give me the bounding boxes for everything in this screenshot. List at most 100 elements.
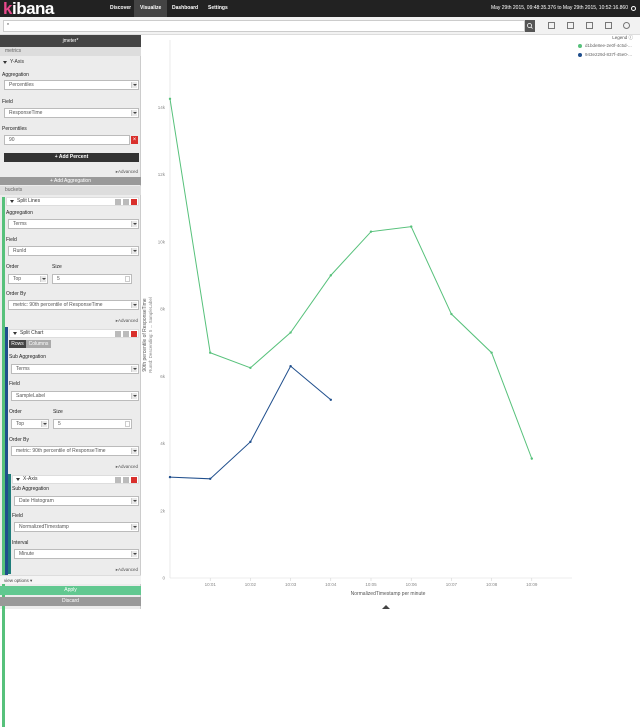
collapse-chevron-up-icon[interactable] [382,605,390,609]
discard-button[interactable]: Discard [0,597,141,606]
data-point [168,475,172,479]
move-up-icon[interactable] [115,331,121,337]
percentiles-label: Percentiles [2,126,27,132]
data-point [289,331,292,334]
search-button[interactable] [525,20,535,32]
rows-toggle[interactable]: Rows [9,340,26,348]
refresh-icon[interactable] [623,22,630,29]
y-tick-label: 12k [158,172,166,177]
split-lines-orderby-select[interactable]: metric: 90th percentile of ResponseTime [8,300,139,310]
close-icon[interactable] [131,199,137,205]
field-select[interactable]: ResponseTime [4,108,139,118]
split-chart-size-input[interactable]: 5 [53,419,132,429]
advanced-toggle[interactable]: ▸Advanced [116,169,138,175]
x-axis-subagg-select[interactable]: Date Histogram [14,496,139,506]
search-icon [527,23,533,29]
x-axis-interval-select[interactable]: Minute [14,549,139,559]
data-point [369,230,373,233]
split-chart-order-select[interactable]: Top [11,419,49,429]
data-point [249,440,252,444]
chevron-down-icon [131,393,137,399]
save-icon[interactable] [567,22,574,29]
close-icon[interactable] [131,331,137,337]
x-tick-label: 10:04 [325,582,337,587]
chevron-down-icon [131,551,137,557]
clock-icon[interactable] [631,6,636,11]
move-up-icon[interactable] [115,199,121,205]
percentile-input[interactable]: 90 [4,135,130,145]
x-axis-interval-label: Interval [12,540,29,546]
data-point [209,477,212,481]
data-point [289,364,292,368]
chevron-down-icon [131,524,137,530]
open-folder-icon[interactable] [586,22,593,29]
y-axis-header[interactable]: Y-Axis [0,59,141,68]
split-lines-order-select[interactable]: Top [8,274,48,284]
chevron-down-icon [131,221,137,227]
apply-button[interactable]: Apply [0,586,141,595]
split-lines-order-label: Order [6,264,19,270]
move-down-icon[interactable] [123,477,129,483]
split-lines-field-select[interactable]: RunId [8,246,139,256]
data-point [450,312,453,316]
x-tick-label: 10:09 [526,582,538,587]
split-chart-subagg-select[interactable]: Terms [11,364,139,374]
chevron-down-icon [131,366,137,372]
stepper-icon[interactable] [125,276,130,282]
split-chart-header[interactable]: Split Chart [9,329,139,338]
y-tick-label: 0 [162,576,165,581]
new-visualization-icon[interactable] [548,22,555,29]
chevron-down-icon [131,302,137,308]
split-chart-orderby-select[interactable]: metric: 90th percentile of ResponseTime [11,446,139,456]
split-chart-field-select[interactable]: SampleLabel [11,391,139,401]
add-aggregation-button[interactable]: + Add Aggregation [0,177,141,185]
nav-tab-discover[interactable]: Discover [104,0,137,17]
buckets-section-label: buckets [0,186,141,195]
split-chart-subagg-label: Sub Aggregation [9,354,46,360]
share-icon[interactable] [605,22,612,29]
x-tick-label: 10:05 [365,582,377,587]
close-icon[interactable] [131,477,137,483]
nav-tab-visualize[interactable]: Visualize [134,0,168,17]
nav-tab-settings[interactable]: Settings [202,0,234,17]
split-lines-aggregation-select[interactable]: Terms [8,219,139,229]
aggregation-select[interactable]: Percentiles [4,80,139,90]
move-down-icon[interactable] [123,199,129,205]
x-axis-field-label: Field [12,513,23,519]
chevron-down-icon [16,478,20,481]
split-lines-size-input[interactable]: 5 [52,274,132,284]
time-range[interactable]: May 29th 2015, 09:48:35.376 to May 29th … [491,0,628,17]
chevron-down-icon [10,200,14,203]
stepper-icon[interactable] [125,421,130,427]
split-lines-field-label: Field [6,237,17,243]
x-tick-label: 10:06 [406,582,418,587]
chart-area: Legend ⓘ d1bde8ee-2e0f-4c5d-... 943e229d… [142,35,640,609]
x-axis-header[interactable]: X-Axis [12,475,139,484]
data-point [209,351,212,354]
advanced-toggle[interactable]: ▸Advanced [116,567,138,573]
columns-toggle[interactable]: Columns [26,340,51,348]
data-point [530,457,533,460]
x-tick-label: 10:03 [285,582,297,587]
split-lines-orderby-label: Order By [6,291,27,297]
view-options-toggle[interactable]: view options ▾ [0,575,141,584]
field-label: Field [2,99,13,105]
nav-tab-dashboard[interactable]: Dashboard [166,0,204,17]
series-line-1 [169,365,332,480]
split-lines-header[interactable]: Split Lines [6,197,139,206]
x-tick-label: 10:01 [205,582,217,587]
split-chart-size-label: Size [53,409,63,415]
split-chart-orderby-label: Order By [9,437,30,443]
move-down-icon[interactable] [123,331,129,337]
move-up-icon[interactable] [115,477,121,483]
chevron-down-icon [40,276,46,282]
x-axis-field-select[interactable]: NormalizedTimestamp [14,522,139,532]
y-tick-label: 6k [160,374,166,379]
split-lines-aggregation-label: Aggregation [6,210,33,216]
advanced-toggle[interactable]: ▸Advanced [116,318,138,324]
add-percent-button[interactable]: + Add Percent [4,153,139,162]
advanced-toggle[interactable]: ▸Advanced [116,464,138,470]
kibana-logo[interactable]: kibana [3,0,54,17]
remove-percent-button[interactable]: × [131,136,138,144]
search-input[interactable]: * [3,20,525,32]
